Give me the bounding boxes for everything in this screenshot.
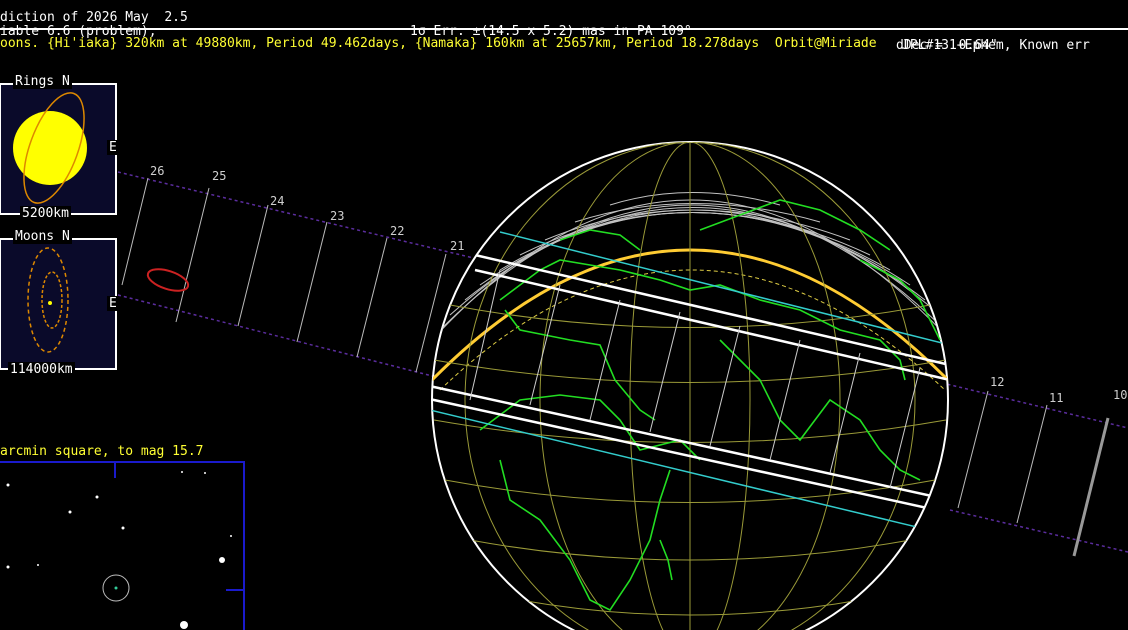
rings-panel [0, 83, 117, 215]
moons-panel [0, 238, 117, 370]
occultation-map: 26 25 24 23 22 21 12 11 10 [0, 83, 1128, 630]
moons-east-label: E [107, 296, 119, 311]
star-field-label: arcmin square, to mag 15.7 [0, 444, 204, 459]
tick-label: 25 [212, 169, 226, 183]
star-field [0, 461, 245, 630]
tick-label: 10 [1113, 388, 1127, 402]
tick-label: 12 [990, 375, 1004, 389]
tick-label: 23 [330, 209, 344, 223]
rings-east-label: E [107, 140, 119, 155]
earth-globe [431, 141, 949, 630]
tick-label: 24 [270, 194, 284, 208]
tick-label: 11 [1049, 391, 1063, 405]
body-dot-icon [48, 301, 52, 305]
tick-label: 21 [450, 239, 464, 253]
rings-panel-title: Rings N [13, 74, 72, 89]
error-ellipse-icon [146, 268, 190, 292]
rings-scale-label: 5200km [20, 206, 71, 221]
moons-scale-label: 114000km [8, 362, 75, 377]
moons-panel-title: Moons N [13, 229, 72, 244]
tick-label: 26 [150, 164, 164, 178]
tick-label: 22 [390, 224, 404, 238]
